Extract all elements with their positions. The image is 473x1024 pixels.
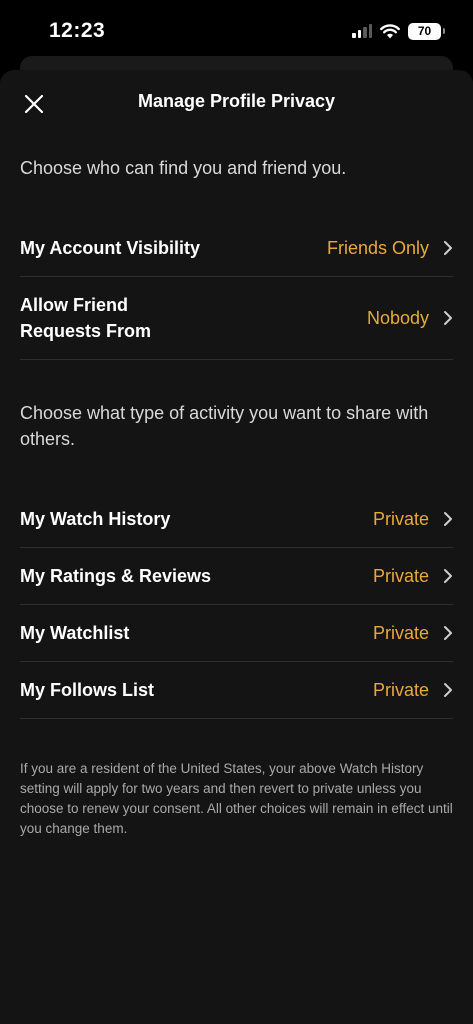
chevron-right-icon	[444, 311, 452, 325]
status-time: 12:23	[49, 19, 106, 42]
row-label: My Watch History	[20, 509, 171, 529]
status-bar: 12:23 70	[0, 0, 473, 62]
chevron-right-icon	[444, 512, 452, 526]
activity-section-description: Choose what type of activity you want to…	[20, 403, 429, 449]
row-value: Private	[372, 623, 429, 643]
ratings-reviews-row[interactable]: My Ratings & Reviews Private	[20, 548, 453, 605]
chevron-right-icon	[444, 626, 452, 640]
privacy-sheet: Manage Profile Privacy Choose who can fi…	[0, 70, 473, 1024]
status-icons: 70	[352, 21, 445, 41]
wifi-icon	[380, 23, 400, 38]
page-title: Manage Profile Privacy	[137, 91, 336, 111]
row-label: My Ratings & Reviews	[20, 566, 212, 586]
row-label: My Watchlist	[20, 623, 130, 643]
chevron-right-icon	[444, 569, 452, 583]
watch-history-row[interactable]: My Watch History Private	[20, 491, 453, 548]
cellular-signal-icon	[352, 24, 372, 38]
find-section-description: Choose who can find you and friend you.	[20, 158, 347, 178]
watch-history-disclaimer: If you are a resident of the United Stat…	[20, 761, 453, 836]
row-label: My Follows List	[20, 680, 155, 700]
follows-list-row[interactable]: My Follows List Private	[20, 662, 453, 719]
row-value: Private	[372, 680, 429, 700]
friend-requests-row[interactable]: Allow Friend Requests From Nobody	[20, 277, 453, 360]
row-value: Private	[372, 509, 429, 529]
watchlist-row[interactable]: My Watchlist Private	[20, 605, 453, 662]
row-label: My Account Visibility	[20, 238, 201, 258]
row-value: Private	[372, 566, 429, 586]
row-value: Nobody	[366, 308, 429, 328]
battery-icon: 70	[408, 22, 445, 40]
chevron-right-icon	[444, 683, 452, 697]
row-label: Allow Friend Requests From	[20, 295, 152, 341]
chevron-right-icon	[444, 241, 452, 255]
row-value: Friends Only	[326, 238, 429, 258]
account-visibility-row[interactable]: My Account Visibility Friends Only	[20, 220, 453, 277]
